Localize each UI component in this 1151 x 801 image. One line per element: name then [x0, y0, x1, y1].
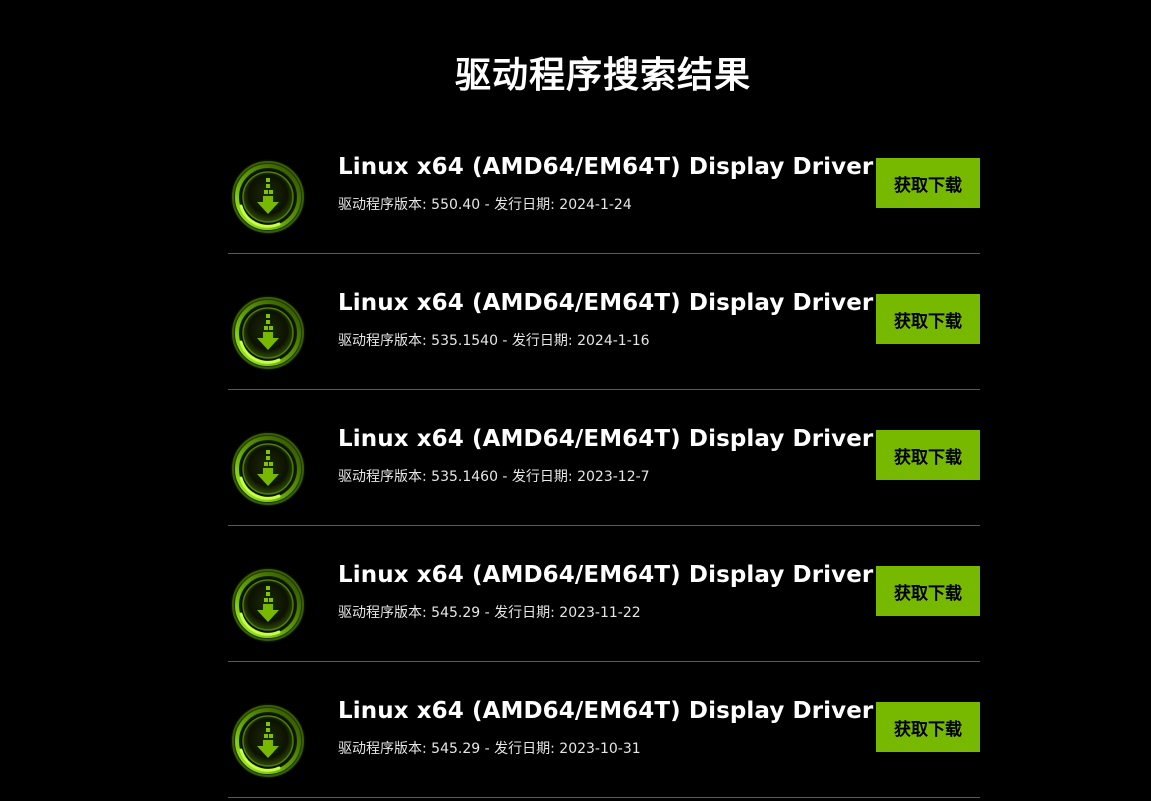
version-label: 驱动程序版本:: [338, 605, 432, 621]
release-date: 2024-1-24: [559, 197, 632, 213]
release-date: 2024-1-16: [577, 333, 650, 349]
driver-name[interactable]: Linux x64 (AMD64/EM64T) Display Driver: [338, 560, 873, 590]
driver-version: 535.1460: [431, 469, 498, 485]
driver-meta: 驱动程序版本: 535.1460 - 发行日期: 2023-12-7: [338, 468, 650, 486]
driver-version: 535.1540: [431, 333, 498, 349]
download-arrow-icon[interactable]: [229, 294, 307, 372]
get-download-button[interactable]: 获取下载: [876, 430, 980, 480]
list-item: Linux x64 (AMD64/EM64T) Display Driver 驱…: [228, 526, 980, 662]
driver-name[interactable]: Linux x64 (AMD64/EM64T) Display Driver: [338, 152, 873, 182]
download-arrow-icon[interactable]: [229, 430, 307, 508]
page-title: 驱动程序搜索结果: [454, 55, 751, 96]
results-list: Linux x64 (AMD64/EM64T) Display Driver 驱…: [228, 118, 980, 798]
driver-meta: 驱动程序版本: 535.1540 - 发行日期: 2024-1-16: [338, 332, 650, 350]
list-item: Linux x64 (AMD64/EM64T) Display Driver 驱…: [228, 390, 980, 526]
download-arrow-icon[interactable]: [229, 158, 307, 236]
version-label: 驱动程序版本:: [338, 741, 432, 757]
release-date: 2023-10-31: [559, 741, 641, 757]
get-download-button[interactable]: 获取下载: [876, 702, 980, 752]
release-date: 2023-12-7: [577, 469, 650, 485]
driver-search-results-page: 驱动程序搜索结果 Linux x64 (AMD64/EM64T) Display…: [0, 0, 1151, 801]
date-label: - 发行日期:: [480, 197, 560, 213]
driver-meta: 驱动程序版本: 545.29 - 发行日期: 2023-10-31: [338, 740, 641, 758]
release-date: 2023-11-22: [559, 605, 641, 621]
date-label: - 发行日期:: [497, 469, 578, 485]
get-download-button[interactable]: 获取下载: [876, 294, 980, 344]
list-item: Linux x64 (AMD64/EM64T) Display Driver 驱…: [228, 254, 980, 390]
driver-name[interactable]: Linux x64 (AMD64/EM64T) Display Driver: [338, 696, 873, 726]
list-item: Linux x64 (AMD64/EM64T) Display Driver 驱…: [228, 662, 980, 798]
date-label: - 发行日期:: [480, 605, 560, 621]
get-download-button[interactable]: 获取下载: [876, 566, 980, 616]
driver-name[interactable]: Linux x64 (AMD64/EM64T) Display Driver: [338, 424, 873, 454]
get-download-button[interactable]: 获取下载: [876, 158, 980, 208]
download-arrow-icon[interactable]: [229, 702, 307, 780]
date-label: - 发行日期:: [497, 333, 578, 349]
version-label: 驱动程序版本:: [338, 197, 432, 213]
driver-meta: 驱动程序版本: 550.40 - 发行日期: 2024-1-24: [338, 196, 632, 214]
list-item: Linux x64 (AMD64/EM64T) Display Driver 驱…: [228, 118, 980, 254]
driver-version: 545.29: [431, 741, 481, 757]
version-label: 驱动程序版本:: [338, 469, 432, 485]
date-label: - 发行日期:: [480, 741, 560, 757]
driver-version: 550.40: [431, 197, 481, 213]
driver-name[interactable]: Linux x64 (AMD64/EM64T) Display Driver: [338, 288, 873, 318]
driver-version: 545.29: [431, 605, 481, 621]
download-arrow-icon[interactable]: [229, 566, 307, 644]
version-label: 驱动程序版本:: [338, 333, 432, 349]
driver-meta: 驱动程序版本: 545.29 - 发行日期: 2023-11-22: [338, 604, 641, 622]
